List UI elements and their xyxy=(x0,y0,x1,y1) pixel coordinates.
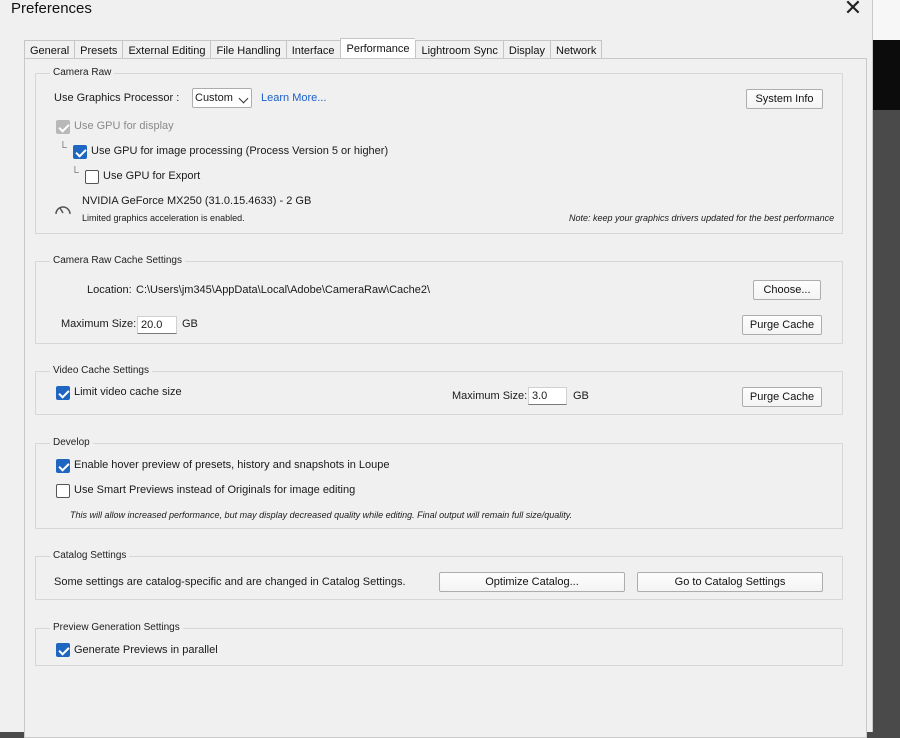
tab-performance[interactable]: Performance xyxy=(339,38,416,60)
smart-previews-label: Use Smart Previews instead of Originals … xyxy=(74,484,356,496)
learn-more-link[interactable]: Learn More... xyxy=(261,92,326,104)
catalog-settings-group: Catalog Settings Some settings are catal… xyxy=(35,550,843,600)
background-app-dark-area xyxy=(873,40,900,110)
develop-group-label: Develop xyxy=(50,437,93,449)
generate-parallel-checkbox[interactable] xyxy=(56,643,70,657)
video-purge-cache-button[interactable]: Purge Cache xyxy=(742,387,822,407)
use-gpu-display-label: Use GPU for display xyxy=(74,120,174,132)
dialog-title: Preferences xyxy=(11,0,92,17)
cache-unit-label: GB xyxy=(182,318,198,330)
location-label: Location: xyxy=(87,284,132,296)
gpu-name: NVIDIA GeForce MX250 (31.0.15.4633) - 2 … xyxy=(82,195,312,207)
use-graphics-processor-label: Use Graphics Processor : xyxy=(54,92,180,104)
use-gpu-processing-checkbox[interactable] xyxy=(73,145,87,159)
tab-bar: General Presets External Editing File Ha… xyxy=(24,38,603,61)
video-max-size-input[interactable]: 3.0 xyxy=(528,387,567,405)
preview-generation-group: Preview Generation Settings Generate Pre… xyxy=(35,622,843,666)
acceleration-status: Limited graphics acceleration is enabled… xyxy=(82,213,245,223)
hover-preview-checkbox[interactable] xyxy=(56,459,70,473)
optimize-catalog-button[interactable]: Optimize Catalog... xyxy=(439,572,625,592)
use-gpu-export-checkbox[interactable] xyxy=(85,170,99,184)
close-icon[interactable]: ✕ xyxy=(838,0,868,23)
hover-preview-label: Enable hover preview of presets, history… xyxy=(74,459,390,471)
camera-raw-group-label: Camera Raw xyxy=(50,67,115,79)
use-gpu-processing-label: Use GPU for image processing (Process Ve… xyxy=(91,145,389,157)
background-app-strip xyxy=(873,0,900,40)
performance-panel: Camera Raw Use Graphics Processor : Cust… xyxy=(24,58,867,738)
cache-location-path: C:\Users\jm345\AppData\Local\Adobe\Camer… xyxy=(136,284,431,296)
generate-parallel-label: Generate Previews in parallel xyxy=(74,644,218,656)
video-cache-group-label: Video Cache Settings xyxy=(50,365,152,377)
max-size-label: Maximum Size: xyxy=(61,318,137,330)
cache-group-label: Camera Raw Cache Settings xyxy=(50,255,185,267)
use-gpu-export-label: Use GPU for Export xyxy=(103,170,201,182)
go-to-catalog-settings-button[interactable]: Go to Catalog Settings xyxy=(637,572,823,592)
graphics-processor-value: Custom xyxy=(195,92,233,104)
smart-previews-note: This will allow increased performance, b… xyxy=(70,510,573,520)
video-max-size-label: Maximum Size: xyxy=(452,390,528,402)
gauge-icon xyxy=(55,206,71,215)
background-app-gray-area xyxy=(873,110,900,732)
tree-connector-icon: └ xyxy=(71,167,79,179)
catalog-group-label: Catalog Settings xyxy=(50,550,130,562)
purge-cache-button[interactable]: Purge Cache xyxy=(742,315,822,335)
camera-raw-group: Camera Raw Use Graphics Processor : Cust… xyxy=(35,67,843,234)
video-unit-label: GB xyxy=(573,390,589,402)
smart-previews-checkbox[interactable] xyxy=(56,484,70,498)
catalog-note: Some settings are catalog-specific and a… xyxy=(54,576,406,588)
driver-note: Note: keep your graphics drivers updated… xyxy=(569,213,835,223)
use-gpu-display-checkbox xyxy=(56,120,70,134)
video-cache-group: Video Cache Settings Limit video cache s… xyxy=(35,365,843,415)
choose-button[interactable]: Choose... xyxy=(753,280,821,300)
limit-video-cache-label: Limit video cache size xyxy=(74,386,182,398)
graphics-processor-select[interactable]: Custom xyxy=(192,88,252,108)
system-info-button[interactable]: System Info xyxy=(746,89,823,109)
cache-max-size-input[interactable]: 20.0 xyxy=(137,316,177,334)
limit-video-cache-checkbox[interactable] xyxy=(56,386,70,400)
tree-connector-icon: └ xyxy=(59,142,67,154)
develop-group: Develop Enable hover preview of presets,… xyxy=(35,437,843,529)
camera-raw-cache-group: Camera Raw Cache Settings Location: C:\U… xyxy=(35,255,843,344)
chevron-down-icon xyxy=(238,93,249,104)
preferences-dialog: Preferences ✕ General Presets External E… xyxy=(0,0,873,738)
preview-group-label: Preview Generation Settings xyxy=(50,622,183,634)
